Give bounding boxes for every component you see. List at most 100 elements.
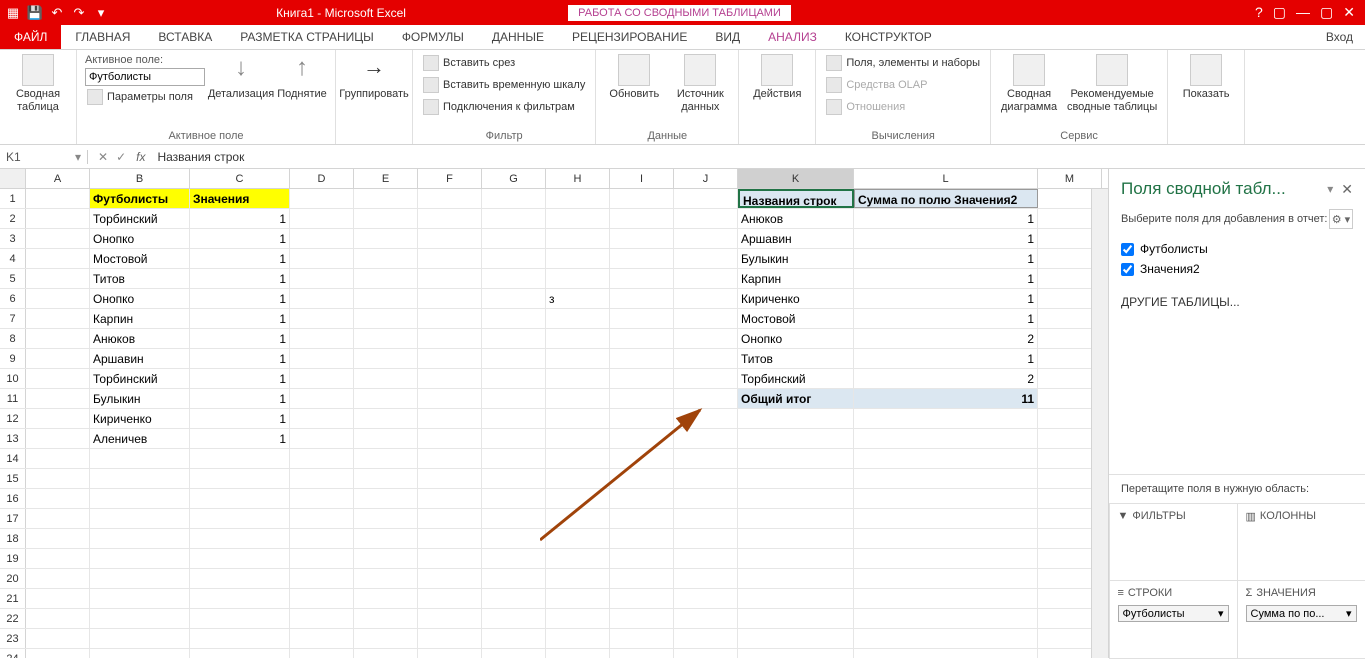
cell[interactable] xyxy=(290,649,354,658)
cell[interactable]: Общий итог xyxy=(738,389,854,408)
cell[interactable] xyxy=(738,529,854,548)
fx-icon[interactable]: fx xyxy=(136,150,153,164)
cell[interactable] xyxy=(354,289,418,308)
cell[interactable]: 1 xyxy=(190,329,290,348)
cell[interactable] xyxy=(482,509,546,528)
cell[interactable] xyxy=(854,489,1038,508)
insert-slicer-button[interactable]: Вставить срез xyxy=(421,54,587,72)
cell[interactable] xyxy=(26,309,90,328)
cell[interactable]: 1 xyxy=(190,269,290,288)
cell[interactable] xyxy=(546,369,610,388)
cell[interactable]: Аршавин xyxy=(738,229,854,248)
tab-insert[interactable]: ВСТАВКА xyxy=(144,25,226,49)
filter-connections-button[interactable]: Подключения к фильтрам xyxy=(421,98,587,116)
cell[interactable] xyxy=(290,609,354,628)
close-icon[interactable]: ✕ xyxy=(1343,4,1355,21)
cell[interactable] xyxy=(354,549,418,568)
cell[interactable] xyxy=(482,189,546,208)
other-tables-link[interactable]: ДРУГИЕ ТАБЛИЦЫ... xyxy=(1109,285,1365,319)
cell[interactable] xyxy=(610,429,674,448)
cell[interactable] xyxy=(854,549,1038,568)
cell[interactable]: Карпин xyxy=(90,309,190,328)
pane-close-icon[interactable]: ✕ xyxy=(1341,181,1353,198)
ribbon-display-icon[interactable]: ▢ xyxy=(1273,4,1286,21)
cell[interactable] xyxy=(546,549,610,568)
cell[interactable]: 1 xyxy=(190,349,290,368)
cell[interactable] xyxy=(354,329,418,348)
cell[interactable] xyxy=(674,329,738,348)
cell[interactable] xyxy=(290,409,354,428)
cell[interactable] xyxy=(418,289,482,308)
cell[interactable] xyxy=(482,249,546,268)
cell[interactable] xyxy=(418,349,482,368)
cell[interactable] xyxy=(290,269,354,288)
cell[interactable]: Мостовой xyxy=(738,309,854,328)
cell[interactable] xyxy=(610,329,674,348)
col-header[interactable]: D xyxy=(290,169,354,188)
cell[interactable] xyxy=(418,429,482,448)
worksheet[interactable]: ABCDEFGHIJKLM 1ФутболистыЗначенияНазвани… xyxy=(0,169,1108,658)
cell[interactable] xyxy=(26,509,90,528)
cell[interactable] xyxy=(610,489,674,508)
cell[interactable] xyxy=(546,269,610,288)
cell[interactable] xyxy=(354,349,418,368)
cell[interactable] xyxy=(290,209,354,228)
cell[interactable] xyxy=(610,469,674,488)
chevron-down-icon[interactable]: ▾ xyxy=(75,150,81,164)
cell[interactable] xyxy=(482,329,546,348)
formula-input[interactable]: Названия строк xyxy=(153,150,1365,164)
relations-button[interactable]: Отношения xyxy=(824,98,982,116)
cell[interactable] xyxy=(190,549,290,568)
cell[interactable] xyxy=(26,249,90,268)
cell[interactable] xyxy=(610,229,674,248)
save-icon[interactable]: 💾 xyxy=(26,4,44,22)
col-header[interactable]: L xyxy=(854,169,1038,188)
cell[interactable] xyxy=(482,629,546,648)
cell[interactable] xyxy=(90,569,190,588)
cell[interactable]: Онопко xyxy=(738,329,854,348)
cell[interactable] xyxy=(610,549,674,568)
cell[interactable] xyxy=(610,449,674,468)
cell[interactable] xyxy=(290,589,354,608)
cell[interactable] xyxy=(482,569,546,588)
cell[interactable] xyxy=(354,369,418,388)
cell[interactable]: Мостовой xyxy=(90,249,190,268)
area-rows[interactable]: ≡СТРОКИ Футболисты▾ xyxy=(1109,580,1238,659)
cell[interactable]: 1 xyxy=(190,309,290,328)
cell[interactable] xyxy=(354,249,418,268)
cell[interactable] xyxy=(738,629,854,648)
cell[interactable] xyxy=(610,309,674,328)
cell[interactable] xyxy=(738,449,854,468)
row-header[interactable]: 23 xyxy=(0,629,26,648)
cell[interactable] xyxy=(854,529,1038,548)
cell[interactable] xyxy=(290,509,354,528)
cell[interactable] xyxy=(738,649,854,658)
cell[interactable] xyxy=(354,529,418,548)
cell[interactable] xyxy=(418,389,482,408)
cell[interactable] xyxy=(674,549,738,568)
tab-design[interactable]: КОНСТРУКТОР xyxy=(831,25,946,49)
area-values[interactable]: ΣЗНАЧЕНИЯ Сумма по по...▾ xyxy=(1237,580,1365,659)
cell[interactable] xyxy=(610,569,674,588)
cell[interactable] xyxy=(26,469,90,488)
row-header[interactable]: 20 xyxy=(0,569,26,588)
cell[interactable] xyxy=(418,369,482,388)
cell[interactable] xyxy=(26,409,90,428)
field-item[interactable]: Значения2 xyxy=(1121,259,1353,279)
cell[interactable] xyxy=(26,489,90,508)
undo-icon[interactable]: ↶ xyxy=(48,4,66,22)
data-source-button[interactable]: Источник данных xyxy=(670,54,730,114)
cell[interactable] xyxy=(418,529,482,548)
col-header[interactable]: K xyxy=(738,169,854,188)
cell[interactable] xyxy=(546,609,610,628)
sign-in-link[interactable]: Вход xyxy=(1314,25,1365,49)
redo-icon[interactable]: ↷ xyxy=(70,4,88,22)
row-header[interactable]: 16 xyxy=(0,489,26,508)
tab-home[interactable]: ГЛАВНАЯ xyxy=(61,25,144,49)
cell[interactable] xyxy=(854,629,1038,648)
cell[interactable] xyxy=(738,549,854,568)
cell[interactable] xyxy=(674,569,738,588)
cell[interactable] xyxy=(482,589,546,608)
cell[interactable] xyxy=(738,409,854,428)
cell[interactable]: 2 xyxy=(854,369,1038,388)
